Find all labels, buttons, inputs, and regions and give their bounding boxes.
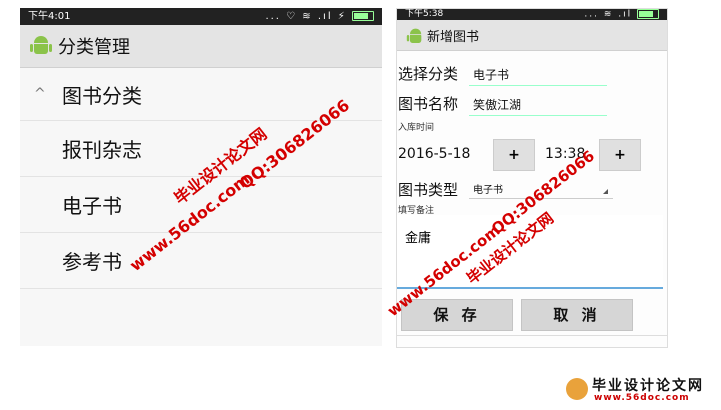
app-bar: 分类管理 — [20, 25, 382, 68]
status-bar: 下午5:38 ... ≋ .ıl — [397, 9, 667, 20]
page-title: 新增图书 — [427, 29, 480, 45]
status-icons: ... ≋ .ıl — [584, 9, 659, 21]
android-icon — [30, 36, 52, 56]
category-label: 选择分类 — [398, 65, 459, 83]
battery-icon — [352, 11, 374, 21]
book-name-label: 图书名称 — [398, 95, 459, 113]
book-name-field[interactable]: 笑傲江湖 — [469, 94, 607, 116]
page-title: 分类管理 — [58, 37, 130, 58]
site-logo: 毕业设计论文网 www.56doc.com — [566, 375, 716, 405]
logo-icon — [566, 378, 588, 400]
logo-cn: 毕业设计论文网 — [592, 378, 704, 394]
divider — [397, 335, 667, 336]
date-value: 2016-5-18 — [398, 146, 471, 162]
save-button[interactable]: 保 存 — [401, 299, 513, 331]
status-time: 下午5:38 — [405, 9, 444, 19]
book-type-label: 图书类型 — [398, 181, 459, 199]
group-label: 图书分类 — [62, 83, 142, 108]
battery-icon — [637, 9, 659, 19]
status-bar: 下午4:01 ... ♡ ≋ .ıl ⚡ — [20, 8, 382, 25]
category-field[interactable]: 电子书 — [469, 64, 607, 86]
chevron-up-icon: ^ — [34, 86, 46, 102]
app-bar: 新增图书 — [397, 20, 667, 51]
logo-url: www.56doc.com — [594, 393, 690, 403]
add-book-screen: 下午5:38 ... ≋ .ıl 新增图书 选择分类 电子书 图书名称 笑傲江湖… — [396, 8, 668, 348]
status-icons: ... ♡ ≋ .ıl ⚡ — [265, 8, 374, 25]
cancel-button[interactable]: 取 消 — [521, 299, 633, 331]
spinner-arrow-icon — [603, 189, 608, 194]
time-plus-button[interactable]: + — [599, 139, 641, 171]
list-item-reference[interactable]: 参考书 — [20, 233, 382, 289]
stock-time-label: 入库时间 — [398, 123, 435, 133]
status-time: 下午4:01 — [28, 11, 71, 22]
android-icon — [406, 28, 422, 43]
remark-text: 金庸 — [405, 231, 432, 246]
date-plus-button[interactable]: + — [493, 139, 535, 171]
